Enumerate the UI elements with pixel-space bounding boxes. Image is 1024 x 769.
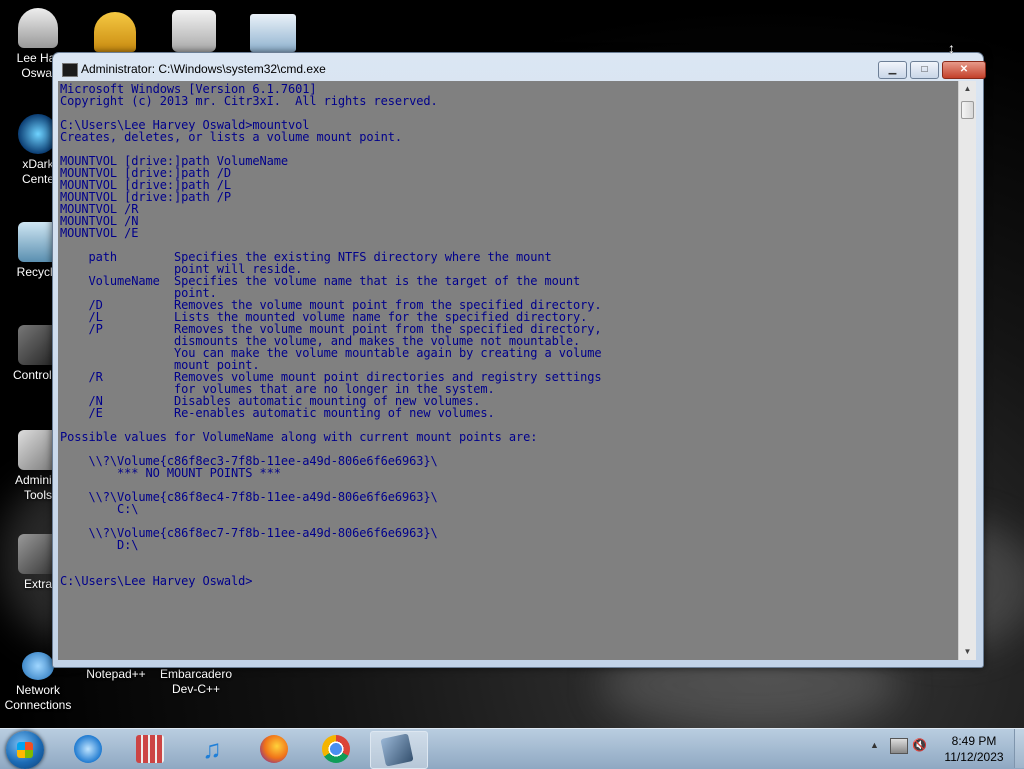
- network-connections-icon: [22, 652, 54, 680]
- desktop-icon-partial[interactable]: [94, 12, 136, 52]
- show-hidden-icons-icon[interactable]: ▲: [870, 740, 879, 750]
- windows-logo-icon: [17, 742, 33, 758]
- taskbar-ie[interactable]: [62, 731, 114, 767]
- console-area[interactable]: Microsoft Windows [Version 6.1.7601] Cop…: [58, 81, 958, 660]
- taskbar-chrome[interactable]: [310, 731, 362, 767]
- show-desktop-button[interactable]: [1014, 729, 1024, 768]
- desktop-icon-notepad[interactable]: Notepad++: [78, 667, 154, 682]
- scroll-down-arrow-icon[interactable]: ▼: [959, 644, 976, 660]
- internet-explorer-icon: [74, 735, 102, 763]
- clock-date: 11/12/2023: [944, 750, 1004, 764]
- desktop-icon-partial[interactable]: [250, 14, 296, 52]
- desktop-icon-label: xDark Cente: [21, 157, 55, 186]
- taskbar-music[interactable]: ♫: [186, 731, 238, 767]
- cmd-icon: [62, 63, 78, 77]
- maximize-button[interactable]: □: [910, 61, 939, 79]
- desktop-icon-devcpp[interactable]: Embarcadero Dev-C++: [156, 667, 236, 697]
- vertical-scrollbar[interactable]: ▲ ▼: [958, 81, 976, 660]
- system-clock[interactable]: 8:49 PM 11/12/2023: [940, 733, 1008, 765]
- start-button[interactable]: [6, 731, 44, 769]
- resize-cursor-icon: ↕: [948, 40, 955, 56]
- window-title: Administrator: C:\Windows\system32\cmd.e…: [81, 62, 326, 76]
- taskbar-firefox[interactable]: [248, 731, 300, 767]
- chrome-icon: [322, 735, 350, 763]
- close-button[interactable]: ✕: [942, 61, 986, 79]
- volume-muted-icon[interactable]: 🔇: [912, 738, 930, 752]
- desktop-icon-partial[interactable]: [172, 10, 216, 52]
- archive-manager-icon: [136, 735, 164, 763]
- cmd-window-icon: [380, 733, 414, 767]
- music-player-icon: ♫: [202, 734, 222, 764]
- console-output: Microsoft Windows [Version 6.1.7601] Cop…: [60, 82, 602, 588]
- desktop-icon-label: Embarcadero Dev-C++: [159, 667, 233, 696]
- window-titlebar[interactable]: Administrator: C:\Windows\system32\cmd.e…: [53, 53, 986, 83]
- minimize-button[interactable]: ▁: [878, 61, 907, 79]
- taskbar-archive[interactable]: [124, 731, 176, 767]
- desktop-icon-label: Network Connections: [4, 683, 72, 712]
- scroll-up-arrow-icon[interactable]: ▲: [959, 81, 976, 97]
- clock-time: 8:49 PM: [951, 734, 997, 748]
- firefox-icon: [260, 735, 288, 763]
- desktop-icon-label: Notepad++: [86, 667, 146, 681]
- taskbar-cmd[interactable]: [370, 731, 428, 769]
- cmd-window[interactable]: Administrator: C:\Windows\system32\cmd.e…: [52, 52, 986, 668]
- scroll-thumb[interactable]: [961, 101, 974, 119]
- desktop-icon-label: Extra: [23, 577, 52, 591]
- network-status-icon[interactable]: [890, 738, 908, 754]
- user-folder-icon: [18, 8, 58, 48]
